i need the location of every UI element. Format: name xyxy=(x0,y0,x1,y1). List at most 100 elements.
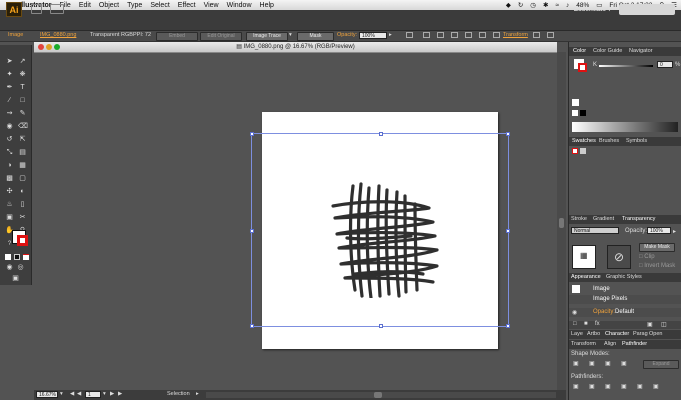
none-mode-icon[interactable] xyxy=(23,254,29,260)
artboard-tool-icon[interactable]: ▣ xyxy=(5,213,14,222)
line-tool-icon[interactable]: ∕ xyxy=(5,96,14,105)
color-white-swatch[interactable] xyxy=(572,110,578,116)
horizontal-scroll-thumb[interactable] xyxy=(374,392,382,398)
tab-pathfinder[interactable]: Pathfinder xyxy=(622,341,647,347)
visibility-eye-icon[interactable]: ◉ xyxy=(572,309,577,316)
make-mask-button[interactable]: Make Mask xyxy=(639,243,675,252)
minus-front-icon[interactable]: ▣ xyxy=(589,360,595,367)
handle-top-left[interactable] xyxy=(250,132,254,136)
arrange-documents-icon[interactable] xyxy=(50,4,64,14)
eraser-tool-icon[interactable]: ⌫ xyxy=(18,122,28,131)
next-artboard-icon[interactable]: ▶ xyxy=(110,391,114,397)
blob-brush-icon[interactable]: ◉ xyxy=(5,122,14,131)
delete-item-icon[interactable]: ◫ xyxy=(661,321,667,328)
mesh-tool-icon[interactable]: ▩ xyxy=(5,174,14,183)
lasso-icon[interactable]: ❋ xyxy=(18,70,27,79)
align-top-icon[interactable] xyxy=(465,32,472,38)
rotate-tool-icon[interactable]: ↺ xyxy=(5,135,14,144)
handle-top-right[interactable] xyxy=(506,132,510,136)
mask-none-icon[interactable]: ⊘ xyxy=(607,245,631,269)
artboard-number-input[interactable]: 1 xyxy=(85,391,101,398)
tab-layers[interactable]: Laye xyxy=(571,331,583,337)
tab-transparency[interactable]: Transparency xyxy=(622,216,655,222)
add-stroke-icon[interactable]: □ xyxy=(573,321,577,327)
tab-opentype[interactable]: Open xyxy=(649,331,662,337)
status-menu-icon[interactable]: ▸ xyxy=(196,391,199,397)
opacity-input[interactable]: 100% xyxy=(359,32,387,39)
minus-back-icon[interactable]: ▣ xyxy=(653,383,659,390)
trim-icon[interactable]: ▣ xyxy=(589,383,595,390)
tab-stroke[interactable]: Stroke xyxy=(571,216,587,222)
zoom-input[interactable]: 16.67% xyxy=(36,391,58,398)
appearance-row-pixels[interactable]: Image Pixels xyxy=(569,295,681,304)
wifi-icon[interactable]: ≈ xyxy=(555,2,559,9)
tab-align[interactable]: Align xyxy=(604,341,616,347)
divide-icon[interactable]: ▣ xyxy=(573,383,579,390)
opacity-dropdown-icon[interactable]: ▸ xyxy=(389,32,392,38)
transparency-opacity-input[interactable]: 100% xyxy=(647,227,671,234)
crop-icon[interactable]: ▣ xyxy=(621,383,627,390)
handle-bottom-left[interactable] xyxy=(250,324,254,328)
tab-symbols[interactable]: Symbols xyxy=(626,138,647,144)
exclude-icon[interactable]: ▣ xyxy=(621,360,627,367)
magic-wand-icon[interactable]: ✦ xyxy=(5,70,14,79)
add-fill-icon[interactable]: ■ xyxy=(584,321,588,327)
transparency-thumbnail[interactable]: ▦ xyxy=(572,245,596,269)
handle-middle-left[interactable] xyxy=(250,229,254,233)
outline-icon[interactable]: ▣ xyxy=(637,383,643,390)
selection-bounding-box[interactable] xyxy=(250,132,510,328)
merge-icon[interactable]: ▣ xyxy=(605,383,611,390)
tab-transform[interactable]: Transform xyxy=(571,341,596,347)
blend-mode-select[interactable]: Normal xyxy=(571,227,619,234)
shape-builder-icon[interactable]: ◑ xyxy=(5,161,14,170)
transform-options-icon[interactable] xyxy=(533,32,540,38)
workspace-switcher[interactable]: Essentials ▾ xyxy=(574,5,611,13)
symbol-sprayer-icon[interactable]: ♨ xyxy=(5,200,14,209)
tab-swatches[interactable]: Swatches xyxy=(572,138,596,144)
column-graph-icon[interactable]: ▯ xyxy=(18,200,27,209)
direct-selection-tool-icon[interactable]: ↗ xyxy=(18,57,27,66)
swatch-registration[interactable] xyxy=(580,148,586,154)
handle-bottom-right[interactable] xyxy=(506,324,510,328)
align-right-icon[interactable] xyxy=(451,32,458,38)
close-window-button[interactable] xyxy=(38,44,44,50)
invert-mask-checkbox[interactable]: □ Invert Mask xyxy=(639,263,675,269)
tab-brushes[interactable]: Brushes xyxy=(599,138,619,144)
tab-artboards[interactable]: Artbo xyxy=(587,331,600,337)
color-slider[interactable] xyxy=(599,65,653,67)
linked-filename[interactable]: IMG_0880.png xyxy=(40,32,76,38)
color-value-input[interactable]: 0 xyxy=(657,61,673,68)
help-search-input[interactable] xyxy=(619,4,675,15)
zoom-window-button[interactable] xyxy=(54,44,60,50)
tab-graphic-styles[interactable]: Graphic Styles xyxy=(606,274,642,280)
align-center-icon[interactable] xyxy=(437,32,444,38)
scale-tool-icon[interactable]: ⇱ xyxy=(18,135,27,144)
rectangle-tool-icon[interactable]: □ xyxy=(18,96,27,105)
edit-original-button[interactable]: Edit Original xyxy=(200,32,242,41)
menu-type[interactable]: Type xyxy=(127,2,142,9)
handle-top-center[interactable] xyxy=(379,132,383,136)
object-type-label[interactable]: Image xyxy=(8,32,23,38)
gradient-mode-icon[interactable] xyxy=(14,254,20,260)
expand-button[interactable]: Expand xyxy=(643,360,679,369)
tab-appearance[interactable]: Appearance xyxy=(571,274,601,280)
bluetooth-icon[interactable]: ✱ xyxy=(543,1,548,9)
duplicate-item-icon[interactable]: ▣ xyxy=(647,321,653,328)
menu-window[interactable]: Window xyxy=(227,2,252,9)
add-effect-icon[interactable]: fx xyxy=(595,321,600,327)
tab-character[interactable]: Character xyxy=(605,331,629,337)
draw-normal-icon[interactable]: ◉ xyxy=(5,263,14,272)
gradient-tool-icon[interactable]: ▢ xyxy=(18,174,27,183)
time-machine-icon[interactable]: ◷ xyxy=(530,1,536,9)
menu-help[interactable]: Help xyxy=(260,2,274,9)
horizontal-scrollbar[interactable] xyxy=(206,392,556,398)
mask-button[interactable]: Mask xyxy=(297,32,334,41)
opacity-label[interactable]: Opacity: xyxy=(337,32,357,38)
paintbrush-tool-icon[interactable]: ⇝ xyxy=(5,109,14,118)
width-tool-icon[interactable]: ⤡ xyxy=(5,148,14,157)
tab-color-guide[interactable]: Color Guide xyxy=(593,48,622,54)
pen-tool-icon[interactable]: ✒ xyxy=(5,83,14,92)
unite-icon[interactable]: ▣ xyxy=(573,360,579,367)
selection-tool-icon[interactable]: ➤ xyxy=(5,57,14,66)
clip-checkbox[interactable]: □ Clip xyxy=(639,254,655,260)
